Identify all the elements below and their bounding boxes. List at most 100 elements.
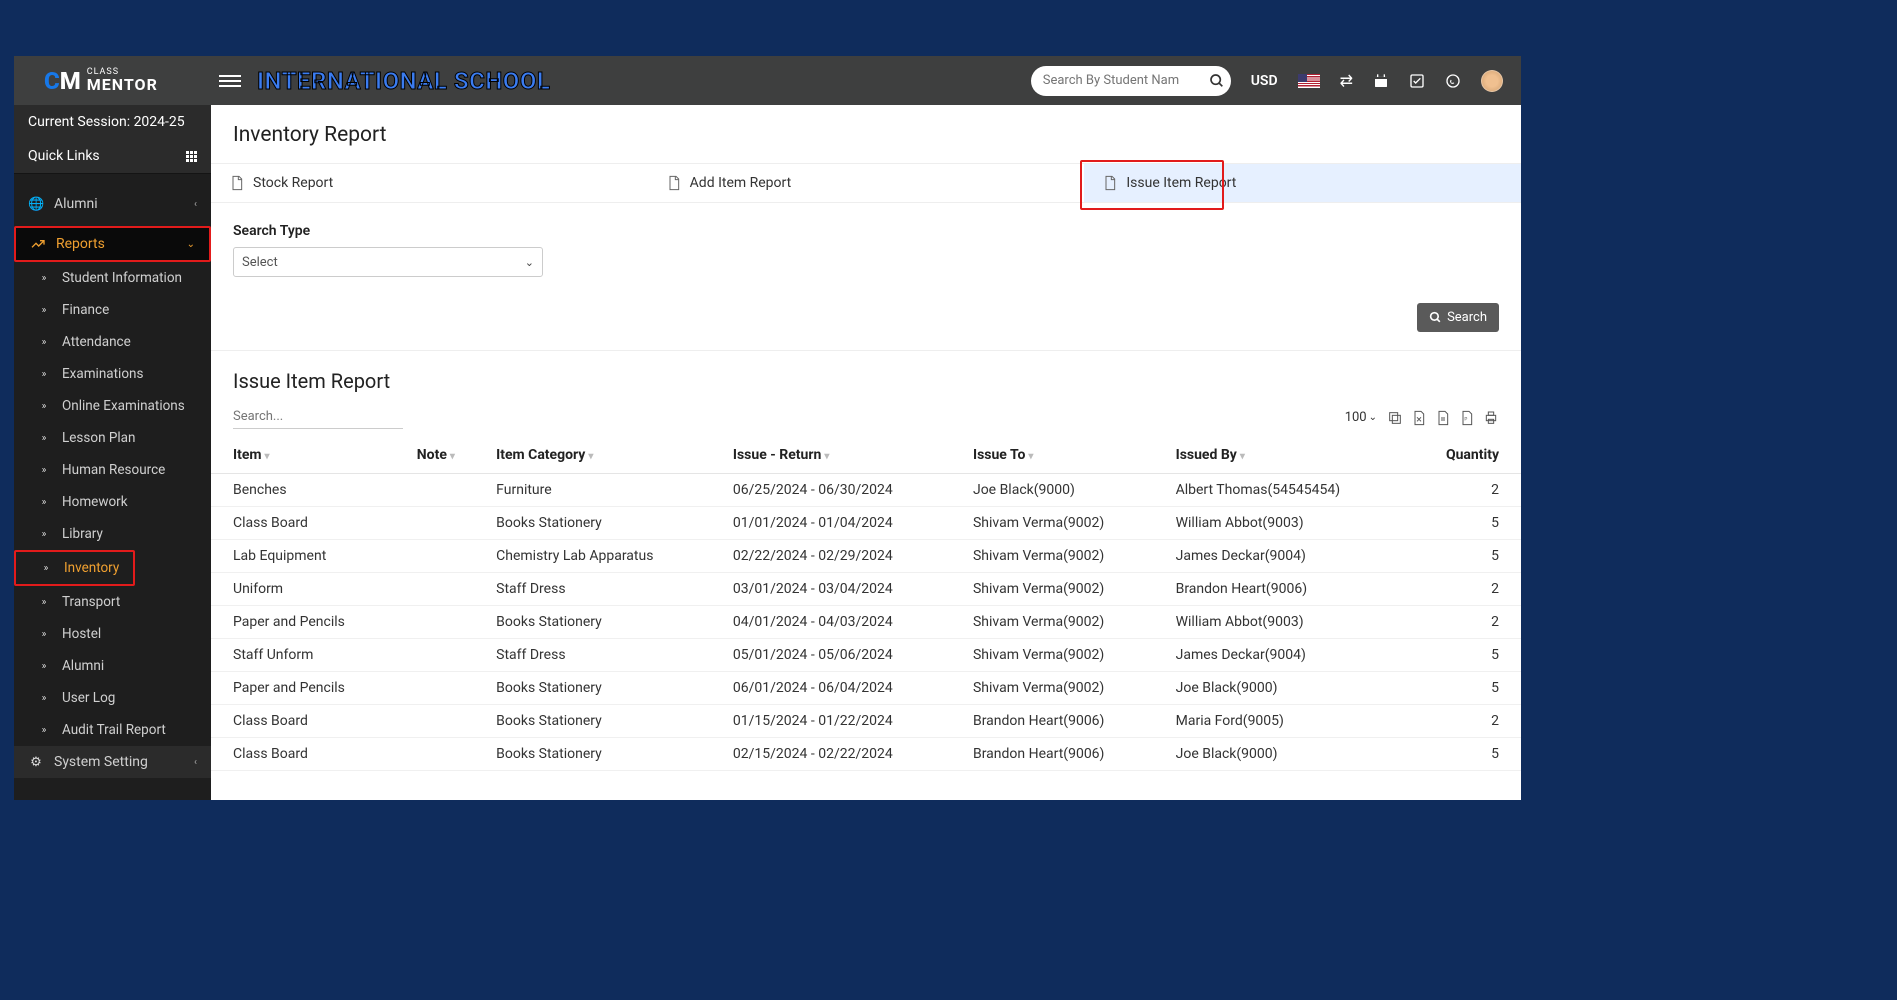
swap-icon[interactable]: ⇄ [1340, 71, 1353, 90]
sidebar-item-audit[interactable]: »Audit Trail Report [14, 714, 211, 746]
sidebar-item-system-setting[interactable]: ⚙ System Setting ‹ [14, 746, 211, 778]
cell-issued_by: James Deckar(9004) [1176, 639, 1422, 672]
excel-icon[interactable] [1411, 408, 1427, 426]
table-row[interactable]: Lab EquipmentChemistry Lab Apparatus02/2… [211, 540, 1521, 573]
search-button[interactable]: Search [1417, 303, 1499, 332]
sidebar-label: Student Information [62, 270, 182, 286]
chevron-icon: » [36, 629, 52, 640]
col-issued-by[interactable]: Issued By▾ [1176, 437, 1422, 474]
table-row[interactable]: Paper and PencilsBooks Stationery04/01/2… [211, 606, 1521, 639]
sidebar-label: Finance [62, 302, 109, 318]
cell-note [417, 639, 496, 672]
cell-issued_by: William Abbot(9003) [1176, 507, 1422, 540]
table-row[interactable]: Class BoardBooks Stationery01/01/2024 - … [211, 507, 1521, 540]
cell-item: Paper and Pencils [211, 606, 417, 639]
chart-icon [30, 236, 46, 252]
sidebar-label: Alumni [54, 196, 98, 212]
table-row[interactable]: Class BoardBooks Stationery02/15/2024 - … [211, 738, 1521, 771]
copy-icon[interactable] [1387, 408, 1403, 426]
page-title: Inventory Report [211, 105, 1521, 163]
currency-label[interactable]: USD [1251, 73, 1278, 89]
col-item[interactable]: Item▾ [211, 437, 417, 474]
cell-category: Books Stationery [496, 705, 733, 738]
cell-item: Class Board [211, 738, 417, 771]
table-row[interactable]: UniformStaff Dress03/01/2024 - 03/04/202… [211, 573, 1521, 606]
table-row[interactable]: Paper and PencilsBooks Stationery06/01/2… [211, 672, 1521, 705]
student-search-input[interactable] [1043, 73, 1209, 88]
sidebar-item-attendance[interactable]: »Attendance [14, 326, 211, 358]
chevron-icon: » [36, 597, 52, 608]
cell-item: Class Board [211, 705, 417, 738]
table-row[interactable]: Class BoardBooks Stationery01/15/2024 - … [211, 705, 1521, 738]
sidebar-item-student-info[interactable]: »Student Information [14, 262, 211, 294]
sidebar-label: Inventory [64, 560, 119, 576]
calendar-icon[interactable] [1373, 73, 1389, 89]
tab-add-item-report[interactable]: Add Item Report [648, 164, 1085, 202]
chevron-icon: » [36, 433, 52, 444]
sort-icon: ▾ [1028, 451, 1033, 462]
col-category[interactable]: Item Category▾ [496, 437, 733, 474]
col-quantity[interactable]: Quantity [1422, 437, 1521, 474]
cell-issued_by: Joe Black(9000) [1176, 738, 1422, 771]
csv-icon[interactable] [1435, 408, 1451, 426]
table-search-input[interactable] [233, 405, 403, 429]
sidebar-label: Transport [62, 594, 120, 610]
sidebar-item-reports[interactable]: Reports ⌄ [14, 226, 211, 262]
sidebar-item-examinations[interactable]: »Examinations [14, 358, 211, 390]
sidebar-label: Audit Trail Report [62, 722, 166, 738]
cell-issue_return: 06/01/2024 - 06/04/2024 [733, 672, 973, 705]
chevron-icon: » [36, 693, 52, 704]
sidebar-item-homework[interactable]: »Homework [14, 486, 211, 518]
cell-note [417, 705, 496, 738]
cell-issued_by: Brandon Heart(9006) [1176, 573, 1422, 606]
check-icon[interactable] [1409, 73, 1425, 89]
logo[interactable]: CM CLASS MENTOR [14, 56, 211, 105]
sidebar-label: Human Resource [62, 462, 165, 478]
student-search[interactable] [1031, 66, 1231, 96]
sidebar-label: Hostel [62, 626, 101, 642]
col-note[interactable]: Note▾ [417, 437, 496, 474]
table-row[interactable]: Staff UnformStaff Dress05/01/2024 - 05/0… [211, 639, 1521, 672]
sidebar-item-alumni[interactable]: »Alumni [14, 650, 211, 682]
print-icon[interactable] [1483, 408, 1499, 426]
quick-links[interactable]: Quick Links [14, 139, 211, 174]
app-title: INTERNATIONAL SCHOOL [257, 67, 550, 95]
logo-mark-icon: CM [44, 67, 81, 95]
cell-note [417, 738, 496, 771]
sidebar-item-alumni-top[interactable]: 🌐 Alumni ‹ [14, 188, 211, 220]
sidebar-item-inventory[interactable]: »Inventory [14, 550, 135, 586]
col-issue-to[interactable]: Issue To▾ [973, 437, 1176, 474]
sidebar-item-hr[interactable]: » Human Resource [14, 454, 211, 486]
sidebar-label: Library [62, 526, 103, 542]
sidebar-item-transport[interactable]: » Transport [14, 586, 211, 618]
cell-issue_return: 01/01/2024 - 01/04/2024 [733, 507, 973, 540]
sidebar-label: System Setting [54, 754, 148, 770]
search-type-select[interactable]: Select ⌄ [233, 247, 543, 277]
pdf-icon[interactable]: P [1459, 408, 1475, 426]
avatar[interactable] [1481, 70, 1503, 92]
sidebar-item-finance[interactable]: »Finance [14, 294, 211, 326]
whatsapp-icon[interactable] [1445, 73, 1461, 89]
cell-issue_to: Brandon Heart(9006) [973, 705, 1176, 738]
grid-icon [186, 151, 197, 162]
sidebar-item-online-exam[interactable]: »Online Examinations [14, 390, 211, 422]
cell-issue_return: 03/01/2024 - 03/04/2024 [733, 573, 973, 606]
sidebar-item-hostel[interactable]: » Hostel [14, 618, 211, 650]
hamburger-icon[interactable] [219, 72, 241, 90]
cell-issue_return: 02/15/2024 - 02/22/2024 [733, 738, 973, 771]
tab-issue-item-report[interactable]: Issue Item Report [1084, 164, 1521, 202]
sidebar-item-user-log[interactable]: »User Log [14, 682, 211, 714]
flag-icon[interactable] [1298, 74, 1320, 88]
sidebar-item-library[interactable]: »Library [14, 518, 211, 550]
search-icon[interactable] [1209, 72, 1225, 88]
sidebar-item-lesson-plan[interactable]: »Lesson Plan [14, 422, 211, 454]
chevron-icon: » [36, 465, 52, 476]
cell-note [417, 606, 496, 639]
page-size-select[interactable]: 100 ⌄ [1345, 410, 1377, 425]
svg-text:P: P [1464, 417, 1467, 423]
table-row[interactable]: BenchesFurniture06/25/2024 - 06/30/2024J… [211, 474, 1521, 507]
tab-stock-report[interactable]: Stock Report [211, 164, 648, 202]
issue-item-table: Item▾ Note▾ Item Category▾ Issue - Retur… [211, 437, 1521, 771]
col-issue-return[interactable]: Issue - Return▾ [733, 437, 973, 474]
cell-note [417, 474, 496, 507]
